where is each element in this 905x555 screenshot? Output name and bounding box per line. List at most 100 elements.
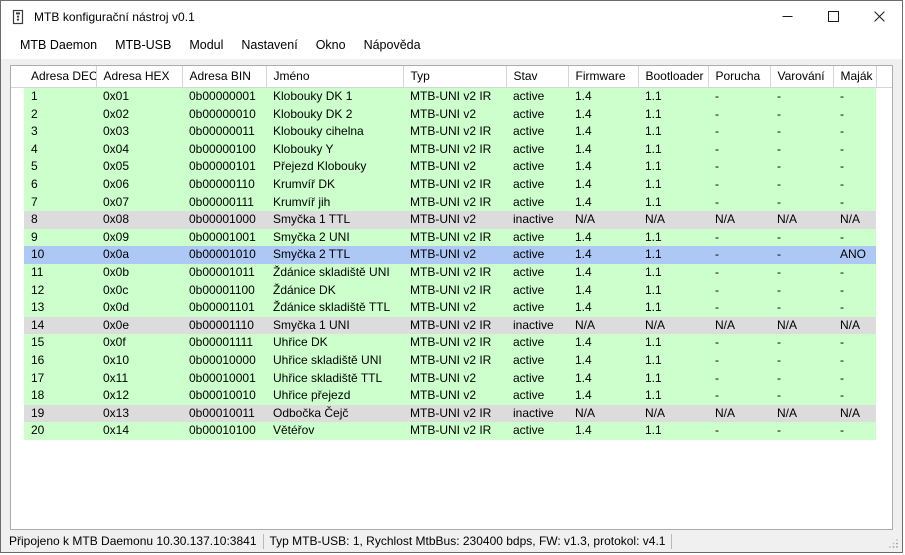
status-divider-2 [671, 533, 673, 549]
table-row[interactable]: 2 0x02 0b00000010 Klobouky DK 2 MTB-UNI v2 ac… [11, 105, 892, 124]
cell-beacon: - [833, 158, 876, 176]
cell-type: MTB-UNI v2 IR [403, 281, 506, 300]
column-header-bootloader[interactable]: Bootloader [638, 66, 709, 88]
menu-item-mtb-usb[interactable]: MTB-USB [106, 35, 180, 55]
cell-fault: - [708, 281, 770, 300]
minimize-button[interactable] [764, 1, 810, 32]
cell-bin: 0b00001011 [182, 263, 266, 282]
cell-dec: 4 [24, 140, 96, 159]
table-row[interactable]: 17 0x11 0b00010001 Uhřice skladiště TTL MTB-… [11, 369, 892, 388]
table-row[interactable]: 15 0x0f 0b00001111 Uhřice DK MTB-UNI v2 IR ac… [11, 334, 892, 352]
cell-hex: 0x04 [96, 140, 182, 159]
row-gutter [11, 87, 24, 106]
row-filler [876, 158, 892, 176]
cell-dec: 20 [24, 422, 96, 440]
cell-bin: 0b00001000 [182, 211, 266, 229]
cell-hex: 0x0c [96, 281, 182, 300]
menu-item-okno[interactable]: Okno [307, 35, 355, 55]
menu-item-nastaveni[interactable]: Nastavení [232, 35, 306, 55]
cell-name: Odbočka Čejč [266, 404, 403, 423]
table-row[interactable]: 1 0x01 0b00000001 Klobouky DK 1 MTB-UNI v2 I… [11, 87, 892, 106]
cell-bin: 0b00000101 [182, 158, 266, 176]
column-header-adresa-hex[interactable]: Adresa HEX [96, 66, 183, 88]
header-gutter [11, 66, 24, 88]
table-row[interactable]: 4 0x04 0b00000100 Klobouky Y MTB-UNI v2 IR ac… [11, 140, 892, 159]
cell-firmware: 1.4 [568, 228, 638, 247]
cell-name: Klobouky DK 1 [266, 87, 403, 106]
table-row[interactable]: 16 0x10 0b00010000 Uhřice skladiště UNI MTB-… [11, 351, 892, 370]
table-row[interactable]: 6 0x06 0b00000110 Krumvíř DK MTB-UNI v2 IR ac… [11, 175, 892, 194]
table-body: 1 0x01 0b00000001 Klobouky DK 1 MTB-UNI v2 I… [11, 87, 892, 440]
cell-bootloader: 1.1 [638, 299, 708, 317]
cell-name: Smyčka 2 UNI [266, 228, 403, 247]
cell-hex: 0x0f [96, 334, 182, 352]
cell-firmware: 1.4 [568, 351, 638, 370]
table-row[interactable]: 11 0x0b 0b00001011 Ždánice skladiště UNI MTB… [11, 263, 892, 282]
table-row[interactable]: 14 0x0e 0b00001110 Smyčka 1 UNI MTB-UNI v2 I… [11, 316, 892, 335]
cell-firmware: N/A [568, 316, 638, 335]
table-row[interactable]: 5 0x05 0b00000101 Přejezd Klobouky MTB-UNI v… [11, 158, 892, 176]
status-bar: Připojeno k MTB Daemonu 10.30.137.10:384… [1, 530, 902, 552]
menu-item-mtb-daemon[interactable]: MTB Daemon [11, 35, 106, 55]
cell-type: MTB-UNI v2 IR [403, 263, 506, 282]
row-filler [876, 246, 892, 264]
cell-name: Uhřice skladiště TTL [266, 369, 403, 388]
cell-dec: 9 [24, 228, 96, 247]
column-header-varovani[interactable]: Varování [770, 66, 834, 88]
cell-bin: 0b00000011 [182, 123, 266, 141]
cell-name: Ždánice skladiště UNI [266, 263, 403, 282]
table-row[interactable]: 19 0x13 0b00010011 Odbočka Čejč MTB-UNI v2 I… [11, 404, 892, 423]
table-row[interactable]: 12 0x0c 0b00001100 Ždánice DK MTB-UNI v2 IR a… [11, 281, 892, 300]
row-gutter [11, 175, 24, 194]
cell-type: MTB-UNI v2 [403, 246, 506, 264]
table-row[interactable]: 20 0x14 0b00010100 Větéřov MTB-UNI v2 IR acti… [11, 422, 892, 440]
cell-type: MTB-UNI v2 IR [403, 140, 506, 159]
maximize-button[interactable] [810, 1, 856, 32]
column-header-adresa-dec[interactable]: Adresa DEC [24, 66, 97, 88]
table-row[interactable]: 7 0x07 0b00000111 Krumvíř jih MTB-UNI v2 IR a… [11, 193, 892, 212]
column-header-typ[interactable]: Typ [403, 66, 507, 88]
row-gutter [11, 246, 24, 264]
table-row[interactable]: 3 0x03 0b00000011 Klobouky cihelna MTB-UNI v… [11, 123, 892, 141]
row-filler [876, 281, 892, 300]
cell-state: active [506, 140, 568, 159]
cell-bootloader: 1.1 [638, 422, 708, 440]
cell-firmware: 1.4 [568, 334, 638, 352]
menu-item-napoveda[interactable]: Nápověda [355, 35, 430, 55]
row-filler [876, 175, 892, 194]
column-header-porucha[interactable]: Porucha [708, 66, 771, 88]
row-gutter [11, 387, 24, 405]
table-row[interactable]: 13 0x0d 0b00001101 Ždánice skladiště TTL MTB… [11, 299, 892, 317]
cell-warning: - [770, 422, 833, 440]
resize-grip-icon[interactable] [887, 537, 899, 549]
row-filler [876, 87, 892, 106]
cell-firmware: 1.4 [568, 105, 638, 124]
cell-warning: - [770, 299, 833, 317]
cell-type: MTB-UNI v2 IR [403, 422, 506, 440]
table-row[interactable]: 9 0x09 0b00001001 Smyčka 2 UNI MTB-UNI v2 IR… [11, 228, 892, 247]
menu-item-modul[interactable]: Modul [180, 35, 232, 55]
cell-firmware: 1.4 [568, 281, 638, 300]
row-filler [876, 123, 892, 141]
column-header-jmeno[interactable]: Jméno [266, 66, 404, 88]
row-filler [876, 140, 892, 159]
cell-name: Krumvíř jih [266, 193, 403, 212]
menu-bar: MTB Daemon MTB-USB Modul Nastavení Okno … [1, 32, 902, 59]
cell-bootloader: 1.1 [638, 193, 708, 212]
cell-dec: 1 [24, 87, 96, 106]
column-header-stav[interactable]: Stav [506, 66, 569, 88]
modules-table-container[interactable]: Adresa DEC Adresa HEX Adresa BIN Jméno T… [10, 65, 893, 530]
column-header-adresa-bin[interactable]: Adresa BIN [182, 66, 267, 88]
column-header-majak[interactable]: Maják [833, 66, 877, 88]
cell-dec: 17 [24, 369, 96, 388]
cell-dec: 6 [24, 175, 96, 194]
table-row[interactable]: 10 0x0a 0b00001010 Smyčka 2 TTL MTB-UNI v2 ac… [11, 246, 892, 264]
column-header-firmware[interactable]: Firmware [568, 66, 639, 88]
cell-fault: - [708, 369, 770, 388]
close-button[interactable] [856, 1, 902, 32]
cell-dec: 16 [24, 351, 96, 370]
cell-bootloader: 1.1 [638, 246, 708, 264]
table-row[interactable]: 18 0x12 0b00010010 Uhřice přejezd MTB-UNI v2… [11, 387, 892, 405]
cell-warning: - [770, 193, 833, 212]
table-row[interactable]: 8 0x08 0b00001000 Smyčka 1 TTL MTB-UNI v2 ina… [11, 211, 892, 229]
